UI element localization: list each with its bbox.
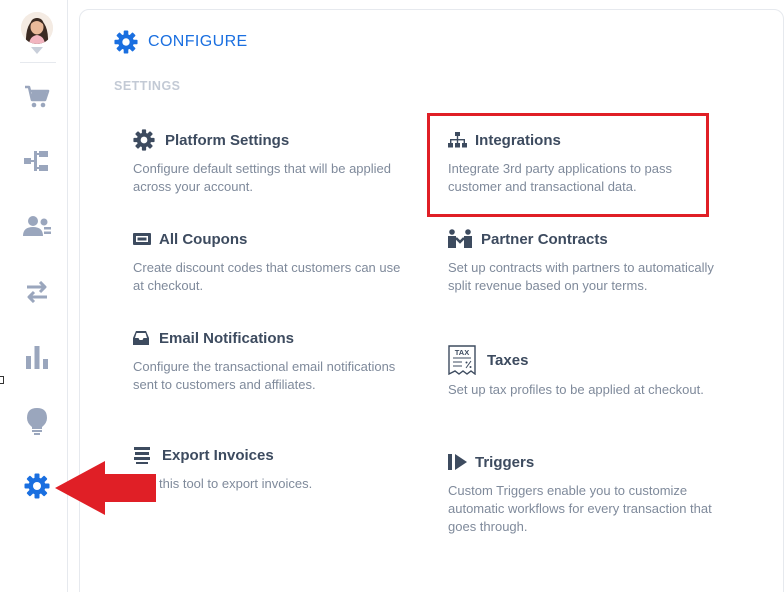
sidebar-item-configure[interactable] (18, 467, 56, 505)
tax-icon: TAX (448, 345, 476, 375)
triggers-icon (448, 454, 467, 470)
cart-icon (25, 85, 50, 108)
sidebar-divider (20, 62, 56, 63)
card-title: Export Invoices (162, 446, 274, 464)
card-all-coupons[interactable]: All Coupons Create discount codes that c… (133, 227, 403, 295)
sidebar-item-contacts[interactable] (18, 207, 56, 245)
card-description: Custom Triggers enable you to customize … (448, 483, 712, 534)
tax-icon-label: TAX (455, 348, 469, 357)
card-title: Taxes (487, 351, 529, 369)
flow-icon (24, 151, 48, 171)
ticket-icon (133, 233, 151, 245)
card-platform-settings[interactable]: Platform Settings Configure default sett… (133, 128, 403, 196)
avatar-image (21, 12, 53, 44)
card-description: Create discount codes that customers can… (133, 260, 401, 293)
card-export-invoices[interactable]: Export Invoices this tool to export invo… (133, 443, 403, 493)
users-icon (23, 216, 51, 236)
lightbulb-icon (27, 408, 47, 435)
partners-icon (448, 229, 472, 248)
gear-icon (24, 473, 50, 499)
inbox-icon (133, 331, 149, 345)
section-label: SETTINGS (114, 79, 181, 93)
card-taxes[interactable]: TAX Taxes Set up tax profiles to be appl… (448, 345, 718, 399)
card-title: Platform Settings (165, 131, 290, 149)
card-title: Partner Contracts (481, 230, 608, 248)
chevron-down-icon[interactable] (31, 47, 43, 54)
page-title: CONFIGURE (148, 33, 248, 50)
annotation-arrow-icon (55, 461, 156, 515)
bar-chart-icon (26, 346, 48, 369)
gear-icon (133, 129, 155, 151)
page-header: CONFIGURE (114, 30, 248, 54)
card-partner-contracts[interactable]: Partner Contracts Set up contracts with … (448, 227, 718, 295)
card-description: Configure the transactional email notifi… (133, 359, 396, 392)
sidebar-item-ideas[interactable] (18, 402, 56, 440)
annotation-highlight-box (427, 113, 709, 217)
gear-icon (114, 30, 138, 54)
card-description: this tool to export invoices. (159, 476, 313, 491)
sidebar-item-transfers[interactable] (18, 273, 56, 311)
card-description: Set up tax profiles to be applied at che… (448, 382, 704, 397)
avatar[interactable] (21, 12, 53, 44)
sidebar-item-cart[interactable] (18, 78, 56, 116)
card-triggers[interactable]: Triggers Custom Triggers enable you to c… (448, 450, 718, 536)
card-title: Triggers (475, 453, 535, 471)
arrows-icon (27, 281, 47, 303)
card-title: All Coupons (159, 230, 248, 248)
card-description: Set up contracts with partners to automa… (448, 260, 714, 293)
card-title: Email Notifications (159, 329, 295, 347)
sidebar-item-funnel[interactable] (18, 142, 56, 180)
card-email-notifications[interactable]: Email Notifications Configure the transa… (133, 326, 403, 394)
card-description: Configure default settings that will be … (133, 161, 391, 194)
sidebar-item-reports[interactable] (18, 338, 56, 376)
edge-artifact (0, 376, 4, 384)
